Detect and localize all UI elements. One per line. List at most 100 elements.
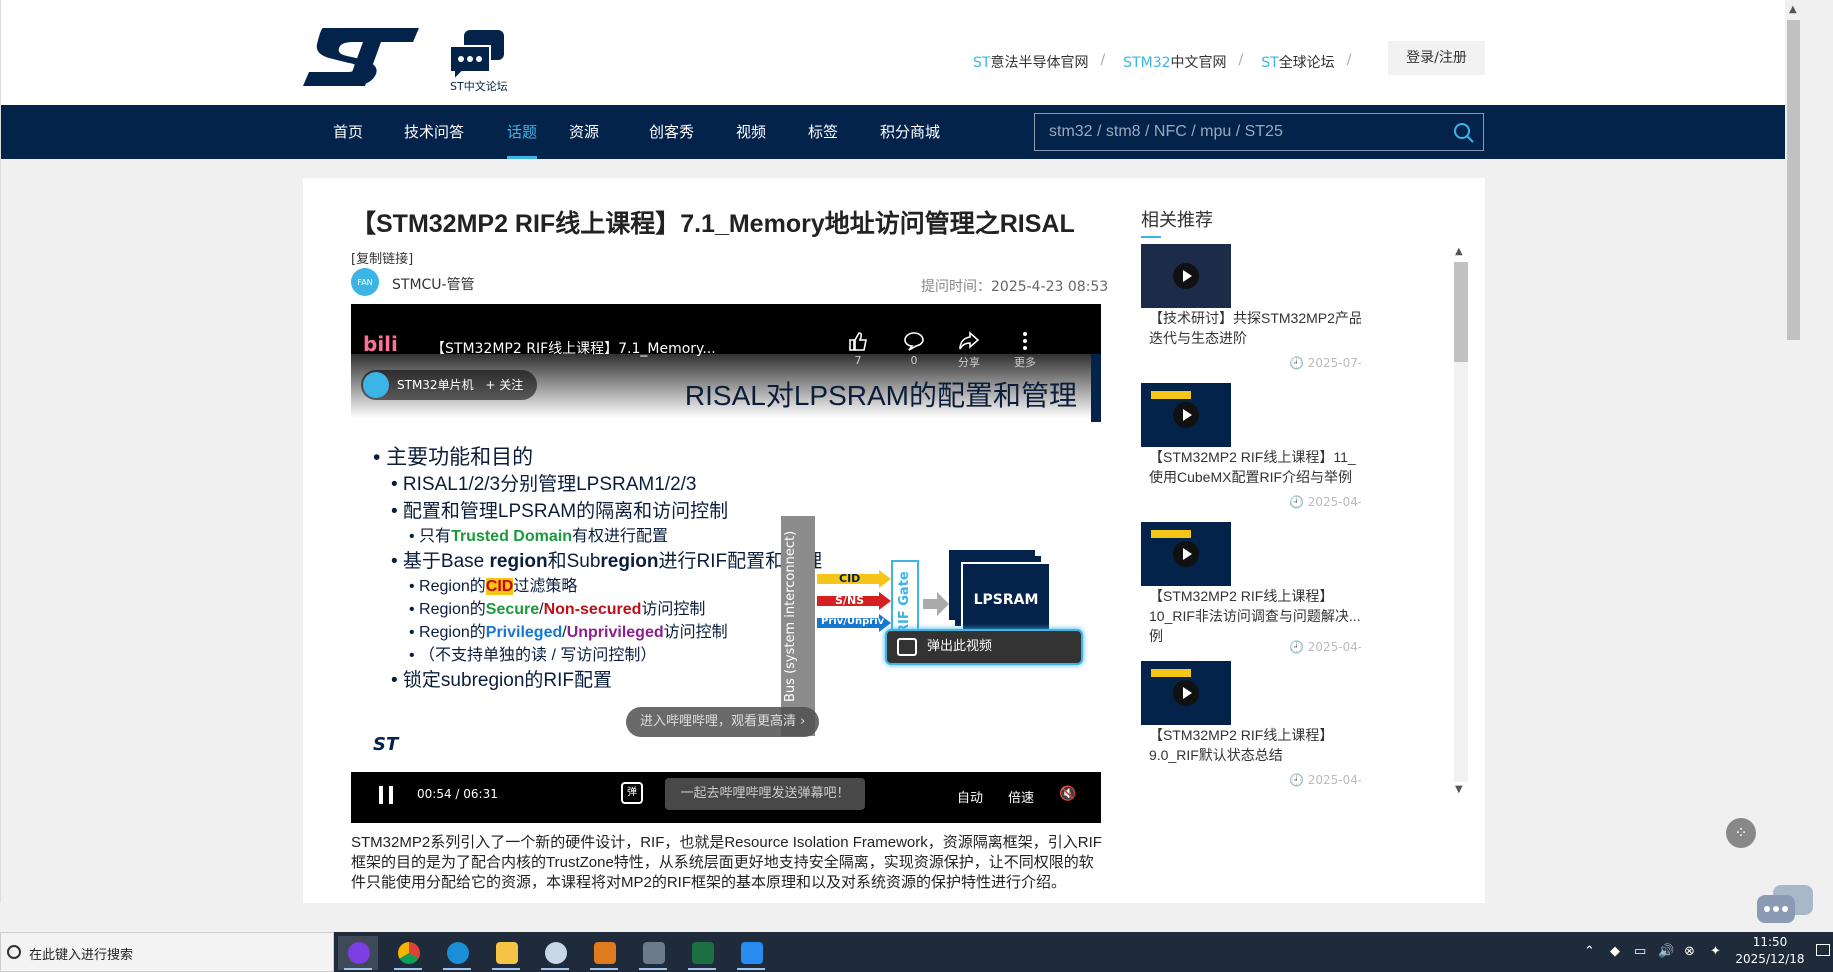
notification-icon[interactable] — [1816, 944, 1830, 956]
speed-button[interactable]: 倍速 — [1008, 787, 1034, 806]
search-input[interactable] — [1049, 114, 1429, 150]
windows-taskbar: 在此键入进行搜索 ⌃ ◆ ▭ 🔊 ⊗ ✦ 11:50 2025/12/18 — [0, 932, 1833, 972]
copy-link[interactable]: [复制链接] — [351, 248, 413, 267]
login-register-button[interactable]: 登录/注册 — [1388, 41, 1485, 75]
scroll-up-icon[interactable]: ▲ — [1455, 246, 1463, 257]
bilibili-logo[interactable]: bili — [363, 332, 398, 356]
taskbar-app-chrome[interactable] — [388, 936, 428, 970]
popout-video-button[interactable]: 弹出此视频 — [885, 629, 1083, 665]
grid-menu-icon[interactable]: ⁘ — [1726, 818, 1756, 848]
popout-label: 弹出此视频 — [927, 639, 993, 654]
page-scrollbar[interactable]: ▲ ▼ — [1785, 0, 1802, 903]
scroll-up-icon[interactable]: ▲ — [1789, 4, 1797, 15]
vm-icon — [594, 942, 616, 964]
top-link-prefix: ST — [1261, 55, 1279, 71]
top-link-stm32-official[interactable]: STM32中文官网 — [1123, 52, 1226, 72]
scroll-thumb[interactable] — [1787, 20, 1800, 340]
tray-expand-icon[interactable]: ⌃ — [1584, 944, 1595, 959]
comment-action[interactable]: 0 — [894, 330, 934, 367]
top-link-text: 中文官网 — [1170, 55, 1227, 71]
danmaku-input[interactable]: 一起去哔哩哔哩发送弹幕吧！ — [665, 778, 865, 810]
search-icon — [7, 945, 21, 959]
taskbar-app-excel[interactable] — [682, 936, 722, 970]
tray-status-icon[interactable]: ⊗ — [1684, 944, 1695, 959]
taskbar-app-explorer[interactable] — [486, 936, 526, 970]
more-label: 更多 — [1014, 356, 1036, 369]
popout-icon — [897, 638, 917, 656]
related-date: 🕘 2025-07-07 — [1289, 356, 1361, 370]
share-action[interactable]: 分享 — [949, 330, 989, 370]
pause-icon[interactable] — [379, 786, 393, 804]
top-link-st-official[interactable]: ST意法半导体官网 — [973, 52, 1088, 72]
nav-resources[interactable]: 资源 — [569, 105, 599, 159]
related-title[interactable]: 【STM32MP2 RIF线上课程】9.0_RIF默认状态总结 — [1149, 725, 1361, 765]
nav-home[interactable]: 首页 — [333, 105, 363, 159]
scroll-thumb[interactable] — [1454, 262, 1468, 362]
taskbar-app-vm[interactable] — [584, 936, 624, 970]
chrome-icon — [398, 942, 420, 964]
tray-app-icon[interactable]: ◆ — [1610, 944, 1620, 959]
video-title[interactable]: 【STM32MP2 RIF线上课程】7.1_Memory... — [431, 338, 716, 358]
like-action[interactable]: 7 — [838, 330, 878, 367]
nav-videos[interactable]: 视频 — [736, 105, 766, 159]
taskbar-search[interactable]: 在此键入进行搜索 — [0, 932, 334, 972]
network-icon[interactable]: ▭ — [1634, 944, 1646, 959]
st-logo[interactable] — [303, 26, 419, 88]
mute-icon[interactable]: 🔇 — [1059, 786, 1076, 802]
top-link-prefix: STM32 — [1123, 55, 1171, 71]
play-icon — [1173, 541, 1199, 567]
rif-gate-label: RIF Gate — [897, 571, 912, 634]
more-action[interactable]: 更多 — [1005, 330, 1045, 370]
related-title[interactable]: 【技术研讨】共探STM32MP2产品迭代与生态进阶 — [1149, 308, 1361, 348]
chat-bubble-icon[interactable] — [1755, 883, 1815, 927]
scroll-down-icon[interactable]: ▼ — [1455, 784, 1463, 795]
st-watermark-icon: ST — [373, 734, 399, 755]
taskbar-app-edge[interactable] — [437, 936, 477, 970]
related-title[interactable]: 【STM32MP2 RIF线上课程】10_RIF非法访问调查与问题解决...例 — [1149, 586, 1361, 646]
current-time: 00:54 — [417, 787, 452, 801]
taskbar-app-paint[interactable] — [535, 936, 575, 970]
sidebar-scrollbar[interactable]: ▲ ▼ — [1451, 244, 1469, 800]
taskbar-app-cortana[interactable] — [338, 936, 378, 970]
slide-bullet: • 基于Base region和Subregion进行RIF配置和管理 — [391, 551, 823, 572]
volume-icon[interactable]: 🔊 — [1658, 944, 1674, 959]
channel-pill[interactable]: STM32单片机 + 关注 — [361, 370, 538, 400]
slide-bullet: • RISAL1/2/3分别管理LPSRAM1/2/3 — [391, 474, 697, 495]
tray-ime-icon[interactable]: ✦ — [1710, 944, 1721, 959]
related-thumbnail[interactable] — [1141, 661, 1231, 725]
taskbar-clock[interactable]: 11:50 2025/12/18 — [1730, 934, 1810, 968]
nav-tags[interactable]: 标签 — [808, 105, 838, 159]
danmaku-toggle-icon[interactable]: 弹 — [621, 782, 643, 804]
taskbar-app-feishu[interactable] — [731, 936, 771, 970]
slide-accent — [1091, 352, 1101, 422]
related-thumbnail[interactable] — [1141, 383, 1231, 447]
nav-topics[interactable]: 话题 — [507, 105, 538, 159]
video-player[interactable]: RISAL对LPSRAM的配置和管理 • 主要功能和目的 • RISAL1/2/… — [351, 304, 1101, 823]
video-controls: 00:54 / 06:31 弹 一起去哔哩哔哩发送弹幕吧！ 自动 倍速 🔇 — [351, 772, 1101, 823]
related-item[interactable]: 【技术研讨】共探STM32MP2产品迭代与生态进阶 🕘 2025-07-07 — [1141, 244, 1361, 383]
search-icon[interactable] — [1453, 122, 1475, 144]
play-icon — [1173, 263, 1199, 289]
related-title[interactable]: 【STM32MP2 RIF线上课程】11_使用CubeMX配置RIF介绍与举例 — [1149, 447, 1361, 487]
top-link-global-forum[interactable]: ST全球论坛 — [1261, 52, 1334, 72]
related-thumbnail[interactable] — [1141, 522, 1231, 586]
quality-auto-button[interactable]: 自动 — [957, 787, 983, 806]
search-box — [1034, 113, 1484, 151]
enter-bilibili-button[interactable]: 进入哔哩哔哩，观看更高清 › — [626, 707, 820, 737]
related-item[interactable]: 【STM32MP2 RIF线上课程】11_使用CubeMX配置RIF介绍与举例 … — [1141, 383, 1361, 522]
slide-bullet: • 主要功能和目的 — [373, 446, 534, 469]
nav-maker-show[interactable]: 创客秀 — [649, 105, 694, 159]
clock-date: 2025/12/18 — [1735, 952, 1805, 966]
nav-tech-qa[interactable]: 技术问答 — [404, 105, 464, 159]
nav-points-mall[interactable]: 积分商城 — [880, 105, 940, 159]
related-item[interactable]: 【STM32MP2 RIF线上课程】9.0_RIF默认状态总结 🕘 2025-0… — [1141, 661, 1361, 800]
related-item[interactable]: 【STM32MP2 RIF线上课程】10_RIF非法访问调查与问题解决...例 … — [1141, 522, 1361, 661]
follow-button[interactable]: + 关注 — [485, 378, 523, 392]
author-avatar[interactable]: FAN — [351, 268, 379, 296]
share-label: 分享 — [958, 356, 980, 369]
related-thumbnail[interactable] — [1141, 244, 1231, 308]
author-name[interactable]: STMCU-管管 — [392, 274, 475, 294]
taskbar-app-tool[interactable] — [633, 936, 673, 970]
folder-icon — [496, 942, 518, 964]
slide-bullet: • Region的CID过滤策略 — [409, 578, 578, 595]
